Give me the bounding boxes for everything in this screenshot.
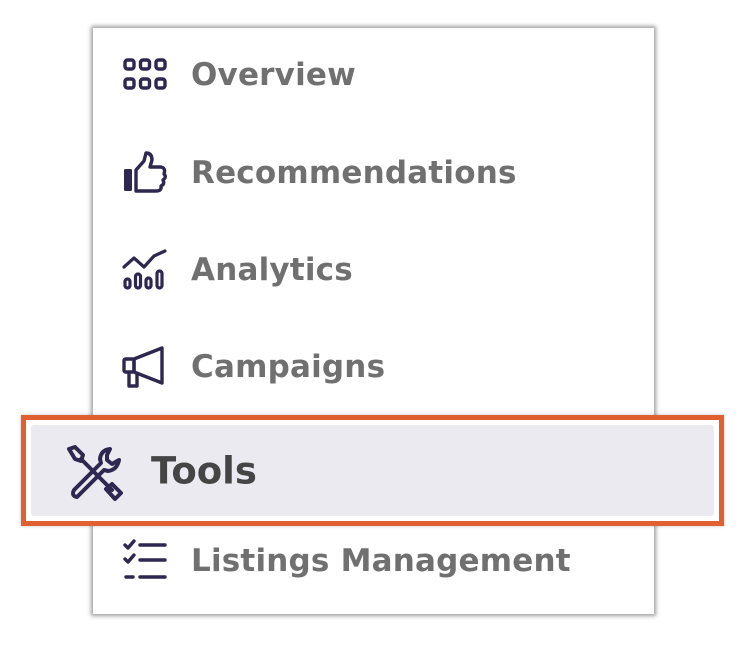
checklist-icon <box>122 538 168 584</box>
navigation-menu: Overview Recommendations Analytics Campa… <box>93 28 654 614</box>
tools-icon <box>66 444 124 502</box>
menu-item-label: Recommendations <box>191 155 517 191</box>
megaphone-icon <box>122 344 168 390</box>
menu-item-campaigns[interactable]: Campaigns <box>93 337 654 397</box>
menu-item-recommendations[interactable]: Recommendations <box>93 143 654 203</box>
grid-icon <box>122 52 168 98</box>
selected-item-background <box>31 425 714 516</box>
menu-item-listings-management[interactable]: Listings Management <box>93 531 654 591</box>
menu-item-label: Listings Management <box>191 543 571 579</box>
menu-item-label: Campaigns <box>191 349 386 385</box>
menu-item-overview[interactable]: Overview <box>93 45 654 105</box>
menu-item-analytics[interactable]: Analytics <box>93 240 654 300</box>
thumbs-up-icon <box>122 150 168 196</box>
menu-item-label: Analytics <box>191 252 353 288</box>
menu-item-label: Tools <box>151 449 257 492</box>
analytics-chart-icon <box>122 247 168 293</box>
menu-item-tools[interactable]: Tools <box>21 415 724 526</box>
menu-item-label: Overview <box>191 57 356 93</box>
